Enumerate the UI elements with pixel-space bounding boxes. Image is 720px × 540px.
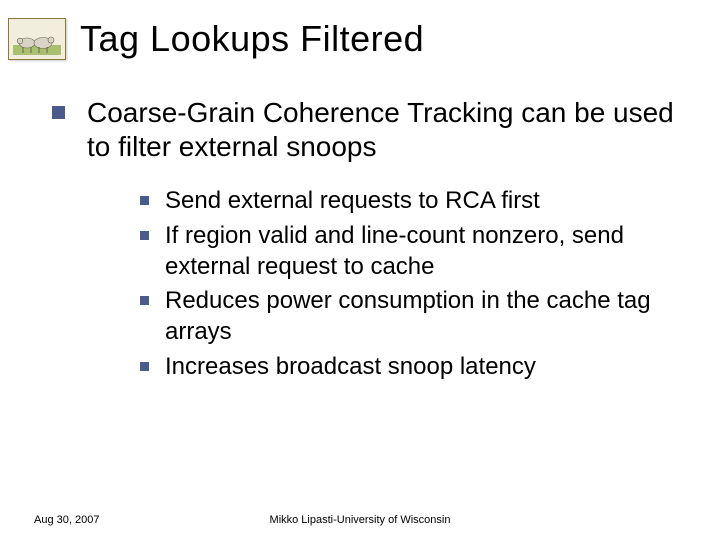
square-bullet-icon bbox=[52, 106, 65, 119]
square-bullet-icon bbox=[140, 196, 149, 205]
main-bullet-text: Coarse-Grain Coherence Tracking can be u… bbox=[87, 96, 690, 164]
sub-bullet-text: If region valid and line-count nonzero, … bbox=[165, 221, 690, 282]
sub-bullet-list: Send external requests to RCA first If r… bbox=[52, 182, 690, 382]
sub-bullet-text: Increases broadcast snoop latency bbox=[165, 352, 536, 383]
list-item: Increases broadcast snoop latency bbox=[140, 352, 690, 383]
logo-icon bbox=[8, 18, 66, 60]
sub-bullet-text: Send external requests to RCA first bbox=[165, 186, 540, 217]
slide: Tag Lookups Filtered Coarse-Grain Cohere… bbox=[0, 0, 720, 540]
main-bullet: Coarse-Grain Coherence Tracking can be u… bbox=[52, 96, 690, 164]
list-item: Send external requests to RCA first bbox=[140, 186, 690, 217]
square-bullet-icon bbox=[140, 231, 149, 240]
slide-body: Coarse-Grain Coherence Tracking can be u… bbox=[0, 60, 720, 383]
footer-date: Aug 30, 2007 bbox=[34, 514, 99, 526]
list-item: Reduces power consumption in the cache t… bbox=[140, 286, 690, 347]
square-bullet-icon bbox=[140, 296, 149, 305]
slide-header: Tag Lookups Filtered bbox=[0, 0, 720, 60]
slide-title: Tag Lookups Filtered bbox=[80, 18, 424, 60]
square-bullet-icon bbox=[140, 362, 149, 371]
slide-footer: Aug 30, 2007 Mikko Lipasti-University of… bbox=[0, 514, 720, 526]
sub-bullet-text: Reduces power consumption in the cache t… bbox=[165, 286, 690, 347]
footer-affiliation: Mikko Lipasti-University of Wisconsin bbox=[270, 514, 451, 526]
list-item: If region valid and line-count nonzero, … bbox=[140, 221, 690, 282]
